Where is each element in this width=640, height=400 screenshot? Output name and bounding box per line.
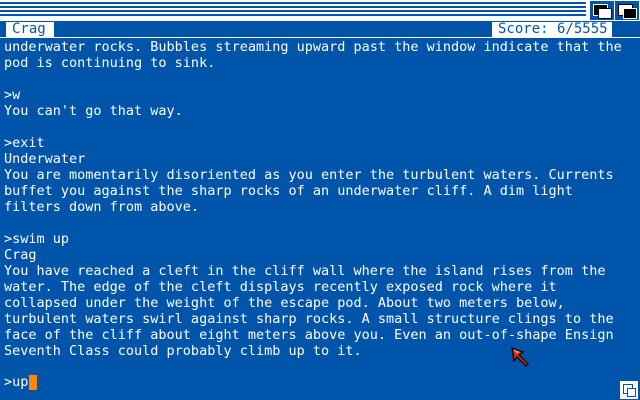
transcript-line: filters down from above. bbox=[4, 199, 200, 215]
window-title-bar[interactable] bbox=[0, 0, 640, 21]
transcript-line: >swim up bbox=[4, 231, 70, 247]
depth-front-icon[interactable] bbox=[615, 1, 639, 20]
command-input[interactable]: up bbox=[12, 374, 28, 390]
status-divider bbox=[0, 37, 640, 38]
score-display: Score: 6/5555 bbox=[492, 22, 612, 37]
text-cursor bbox=[29, 374, 38, 390]
transcript-line: >exit bbox=[4, 135, 45, 151]
transcript-line bbox=[4, 215, 624, 231]
transcript-line: Underwater bbox=[4, 151, 86, 167]
depth-gadgets bbox=[588, 0, 640, 21]
location-name: Crag bbox=[6, 22, 54, 37]
transcript-line: pod is continuing to sink. bbox=[4, 55, 216, 71]
transcript-line: >w bbox=[4, 87, 21, 103]
status-bar: Crag Score: 6/5555 bbox=[0, 22, 640, 38]
depth-back-icon[interactable] bbox=[590, 1, 614, 20]
transcript-line: face of the cliff about eight meters abo… bbox=[4, 327, 614, 343]
title-bar-stripes[interactable] bbox=[0, 2, 586, 18]
transcript-line: buffet you against the sharp rocks of an… bbox=[4, 183, 573, 199]
transcript-line: turbulent waters swirl against sharp roc… bbox=[4, 311, 614, 327]
game-transcript: underwater rocks. Bubbles streaming upwa… bbox=[4, 39, 624, 359]
command-input-line[interactable]: > up bbox=[4, 374, 38, 390]
transcript-line: underwater rocks. Bubbles streaming upwa… bbox=[4, 39, 622, 55]
transcript-line: Crag bbox=[4, 247, 37, 263]
transcript-line: You are momentarily disoriented as you e… bbox=[4, 167, 614, 183]
transcript-line: You can't go that way. bbox=[4, 103, 183, 119]
transcript-line: You have reached a cleft in the cliff wa… bbox=[4, 263, 606, 279]
transcript-line bbox=[4, 119, 624, 135]
command-prompt: > bbox=[4, 374, 13, 390]
resize-icon[interactable] bbox=[620, 381, 638, 399]
transcript-line: collapsed under the weight of the escape… bbox=[4, 295, 565, 311]
mouse-pointer-icon bbox=[511, 347, 529, 367]
transcript-line: water. The edge of the cleft displays re… bbox=[4, 279, 557, 295]
transcript-line bbox=[4, 71, 624, 87]
